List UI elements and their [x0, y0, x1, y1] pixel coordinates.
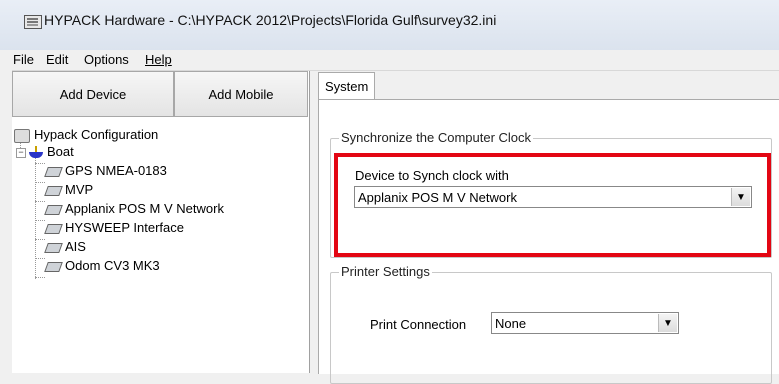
tree-mobile-boat[interactable]: Boat	[29, 144, 74, 159]
tree-connector	[35, 220, 45, 221]
print-connection-value: None	[495, 316, 527, 331]
title-bar: HYPACK Hardware - C:\HYPACK 2012\Project…	[0, 0, 779, 50]
add-mobile-button[interactable]: Add Mobile	[174, 71, 308, 117]
menu-edit[interactable]: Edit	[46, 52, 68, 67]
tree-connector	[35, 201, 45, 202]
tree-mobile-label: Boat	[47, 144, 74, 159]
device-icon	[44, 204, 63, 215]
menu-options[interactable]: Options	[84, 52, 129, 67]
tree-device[interactable]: AIS	[44, 239, 86, 254]
tree-device-label: GPS NMEA-0183	[65, 163, 167, 178]
tree-connector	[35, 182, 45, 183]
tab-system[interactable]: System	[318, 72, 376, 99]
tree-connector	[35, 239, 45, 240]
device-icon	[44, 223, 63, 234]
tree-device[interactable]: GPS NMEA-0183	[44, 163, 167, 178]
menu-file[interactable]: File	[13, 52, 34, 67]
device-icon	[44, 185, 63, 196]
tree-device-label: Odom CV3 MK3	[65, 258, 160, 273]
tree-device-label: Applanix POS M V Network	[65, 201, 224, 216]
collapse-icon[interactable]: −	[16, 148, 26, 158]
boat-icon	[29, 145, 43, 158]
chevron-down-icon[interactable]: ▼	[658, 314, 677, 332]
device-icon	[44, 166, 63, 177]
tree-device-label: HYSWEEP Interface	[65, 220, 184, 235]
tree-root[interactable]: Hypack Configuration	[14, 127, 158, 143]
tree-connector	[35, 155, 36, 279]
highlight-annotation	[334, 153, 771, 257]
add-device-button[interactable]: Add Device	[12, 71, 174, 117]
tree-device-label: MVP	[65, 182, 94, 197]
device-icon	[44, 261, 63, 272]
tree-device-label: AIS	[65, 239, 86, 254]
sync-clock-group-title: Synchronize the Computer Clock	[339, 130, 534, 145]
tree-connector	[35, 277, 45, 278]
tree-root-label: Hypack Configuration	[34, 127, 159, 142]
tree-device[interactable]: MVP	[44, 182, 94, 197]
print-connection-label: Print Connection	[370, 317, 467, 332]
device-icon	[44, 242, 63, 253]
print-connection-select[interactable]: None ▼	[491, 312, 679, 334]
printer-settings-group-title: Printer Settings	[339, 264, 432, 279]
window-title: HYPACK Hardware - C:\HYPACK 2012\Project…	[44, 12, 497, 28]
tree-device[interactable]: Applanix POS M V Network	[44, 201, 224, 216]
app-icon	[24, 15, 42, 29]
device-tree-pane: Add Device Add Mobile Hypack Configurati…	[12, 71, 310, 373]
menu-bar: File Edit Options Help	[12, 50, 779, 71]
menu-help[interactable]: Help	[145, 52, 172, 67]
tree-connector	[35, 258, 45, 259]
configuration-icon	[14, 128, 30, 143]
tree-device[interactable]: Odom CV3 MK3	[44, 258, 160, 273]
tree-device[interactable]: HYSWEEP Interface	[44, 220, 184, 235]
tree-connector	[35, 163, 45, 164]
